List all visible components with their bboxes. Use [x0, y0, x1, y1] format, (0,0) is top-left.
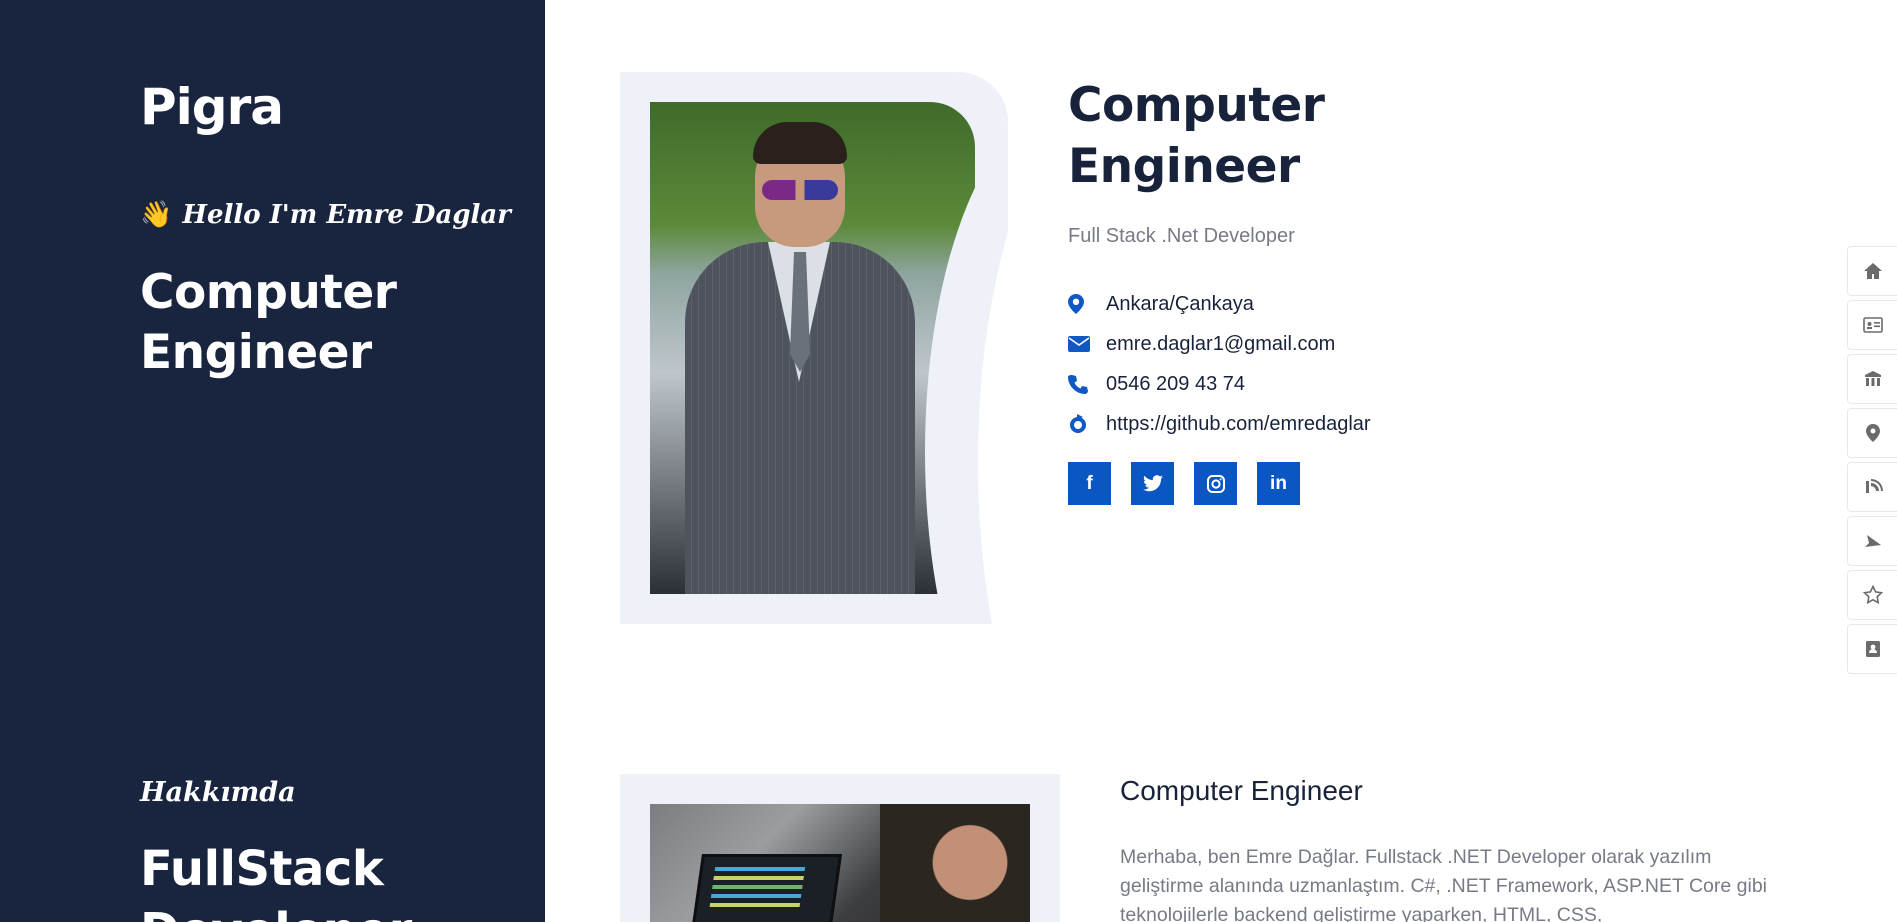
twitter-icon[interactable]	[1131, 462, 1174, 505]
contact-phone: 0546 209 43 74	[1068, 364, 1371, 404]
contact-list: Ankara/Çankaya emre.daglar1@gmail.com 05…	[1068, 284, 1371, 444]
home-icon[interactable]	[1847, 246, 1897, 296]
section-title: FullStack Developer	[140, 841, 412, 922]
social-links: f in	[1068, 462, 1300, 505]
contact-email-text[interactable]: emre.daglar1@gmail.com	[1106, 333, 1335, 356]
location-icon[interactable]	[1847, 408, 1897, 458]
about-text: Merhaba, ben Emre Dağlar. Fullstack .NET…	[1120, 846, 1768, 922]
paper-plane-icon[interactable]	[1847, 516, 1897, 566]
envelope-icon	[1068, 336, 1106, 352]
page-title: Computer Engineer	[1068, 75, 1325, 197]
contact-book-icon[interactable]	[1847, 624, 1897, 674]
sidebar-title: Computer Engineer	[140, 265, 397, 380]
contact-phone-text[interactable]: 0546 209 43 74	[1106, 373, 1245, 396]
instagram-icon[interactable]	[1194, 462, 1237, 505]
location-pin-icon	[1068, 294, 1106, 314]
title-line-2: Engineer	[1068, 139, 1300, 194]
blog-icon[interactable]	[1847, 462, 1897, 512]
about-title: Computer Engineer	[1120, 775, 1363, 806]
contact-github-text[interactable]: https://github.com/emredaglar	[1106, 413, 1371, 436]
linkedin-icon[interactable]: in	[1257, 462, 1300, 505]
section-label: Hakkımda	[140, 777, 296, 808]
contact-github: https://github.com/emredaglar	[1068, 404, 1371, 444]
sidebar: Pigra 👋 Hello I'm Emre Daglar Computer En…	[0, 0, 545, 922]
greeting-text: Hello I'm Emre Daglar	[182, 200, 511, 230]
brand-logo[interactable]: Pigra	[140, 78, 284, 136]
phone-icon	[1068, 374, 1106, 394]
refresh-link-icon	[1068, 414, 1106, 434]
star-icon[interactable]	[1847, 570, 1897, 620]
facebook-icon[interactable]: f	[1068, 462, 1111, 505]
profile-photo	[650, 102, 975, 594]
contact-email: emre.daglar1@gmail.com	[1068, 324, 1371, 364]
id-card-icon[interactable]	[1847, 300, 1897, 350]
role-subtitle: Full Stack .Net Developer	[1068, 225, 1295, 247]
title-line-1: Computer	[1068, 78, 1325, 133]
waving-hand-icon: 👋	[140, 200, 173, 230]
side-nav	[1847, 246, 1897, 678]
school-icon[interactable]	[1847, 354, 1897, 404]
about-photo	[650, 804, 1030, 922]
contact-location-text: Ankara/Çankaya	[1106, 292, 1254, 315]
greeting: 👋 Hello I'm Emre Daglar	[140, 200, 511, 230]
contact-location: Ankara/Çankaya	[1068, 284, 1371, 324]
